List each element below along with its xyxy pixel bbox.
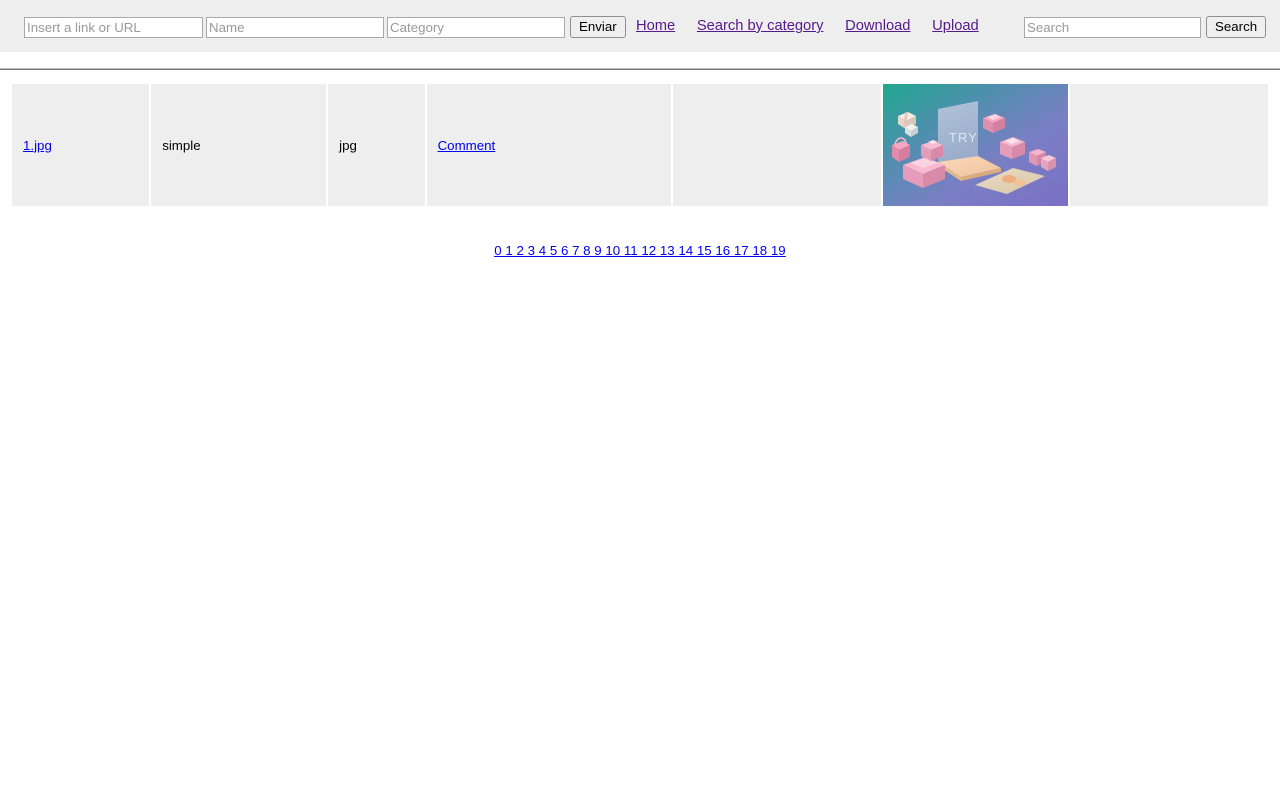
pagination-page-9[interactable]: 9	[594, 243, 601, 258]
cell-tail	[1069, 84, 1268, 206]
submit-button[interactable]: Enviar	[570, 16, 626, 38]
pagination-page-14[interactable]: 14	[678, 243, 693, 258]
cell-title: simple	[151, 84, 327, 206]
pagination-page-8[interactable]: 8	[583, 243, 590, 258]
pagination-page-6[interactable]: 6	[561, 243, 568, 258]
pagination-page-0[interactable]: 0	[494, 243, 501, 258]
nav-link-home[interactable]: Home	[636, 18, 675, 34]
svg-text:TRY: TRY	[949, 130, 978, 145]
pagination-page-1[interactable]: 1	[505, 243, 512, 258]
pagination: 0 1 2 3 4 5 6 7 8 9 10 11 12 13 14 15 16…	[0, 243, 1280, 258]
file-name-link[interactable]: 1.jpg	[23, 138, 52, 153]
pagination-page-5[interactable]: 5	[550, 243, 557, 258]
pagination-page-10[interactable]: 10	[605, 243, 620, 258]
records-table-body: 1.jpg simple jpg Comment TRY	[12, 84, 1268, 206]
table-row: 1.jpg simple jpg Comment TRY	[12, 84, 1268, 206]
pagination-page-16[interactable]: 16	[715, 243, 730, 258]
search-input[interactable]	[1024, 16, 1201, 38]
cell-file-name: 1.jpg	[12, 84, 150, 206]
pagination-page-2[interactable]: 2	[517, 243, 524, 258]
pagination-page-7[interactable]: 7	[572, 243, 579, 258]
pagination-page-17[interactable]: 17	[734, 243, 749, 258]
records-table: 1.jpg simple jpg Comment TRY	[10, 82, 1270, 208]
pagination-page-3[interactable]: 3	[528, 243, 535, 258]
pagination-page-18[interactable]: 18	[752, 243, 767, 258]
cell-comment: Comment	[426, 84, 672, 206]
url-input[interactable]	[24, 16, 203, 38]
name-input[interactable]	[206, 16, 384, 38]
pagination-page-13[interactable]: 13	[660, 243, 675, 258]
pagination-page-15[interactable]: 15	[697, 243, 712, 258]
pagination-page-12[interactable]: 12	[641, 243, 656, 258]
pagination-links: 0 1 2 3 4 5 6 7 8 9 10 11 12 13 14 15 16…	[494, 243, 785, 258]
cell-file-type: jpg	[328, 84, 425, 206]
nav-link-upload[interactable]: Upload	[932, 18, 979, 34]
shopping-illustration-icon: TRY	[882, 84, 1068, 206]
pagination-page-4[interactable]: 4	[539, 243, 546, 258]
cell-blank	[673, 84, 881, 206]
top-bar: Enviar Home Search by category Download …	[0, 0, 1280, 52]
main-nav: Home Search by category Download Upload	[636, 18, 979, 34]
nav-link-download[interactable]: Download	[845, 18, 910, 34]
category-input[interactable]	[387, 16, 565, 38]
search-button[interactable]: Search	[1206, 16, 1267, 38]
nav-link-search-by-category[interactable]: Search by category	[697, 18, 824, 34]
cell-thumbnail: TRY	[882, 84, 1068, 206]
thumbnail-image[interactable]: TRY	[882, 84, 1068, 206]
pagination-page-11[interactable]: 11	[624, 243, 638, 258]
upload-form: Enviar	[24, 16, 626, 38]
comment-link[interactable]: Comment	[438, 138, 496, 153]
header-divider	[0, 68, 1280, 70]
pagination-page-19[interactable]: 19	[771, 243, 786, 258]
search-form: Search	[1024, 16, 1267, 38]
